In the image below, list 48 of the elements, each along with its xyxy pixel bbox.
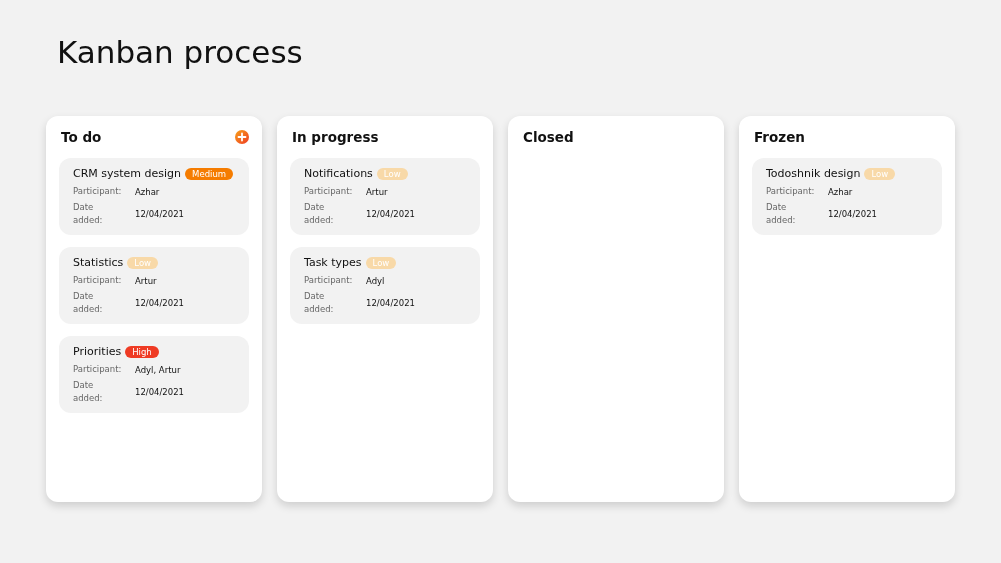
field-label: Date added: xyxy=(304,290,335,316)
priority-tag: Low xyxy=(864,167,896,180)
card-title: CRM system design xyxy=(73,167,182,180)
participant-name: Azhar xyxy=(135,186,161,197)
date-value: 12/04/2021 xyxy=(366,209,416,219)
field-label: Date added: xyxy=(304,201,335,227)
task-card[interactable]: Priorities High Participant: Adyl, Artur Date added: 12/04/2021 xyxy=(59,336,249,413)
date-value: 12/04/2021 xyxy=(135,387,185,397)
card-title: Task types xyxy=(304,256,362,269)
priority-tag: Low xyxy=(127,256,159,269)
task-card[interactable]: Task types Low Participant: Adyl Date added: 12/04/2021 xyxy=(290,247,480,324)
participant-name: Adyl, Artur xyxy=(135,364,182,375)
task-card[interactable]: CRM system design Medium Participant: Azhar Date added: 12/04/2021 xyxy=(59,158,249,235)
column-title: To do xyxy=(61,129,102,145)
task-card[interactable]: Statistics Low Participant: Artur Date added: 12/04/2021 xyxy=(59,247,249,324)
card-title: Statistics xyxy=(73,256,124,269)
field-label: Date added: xyxy=(73,290,104,316)
priority-tag: Low xyxy=(365,256,397,269)
column-title: Closed xyxy=(523,129,574,145)
participant-name: Azhar xyxy=(828,186,854,197)
field-label: Participant: xyxy=(73,363,123,376)
card-title: Notifications xyxy=(304,167,373,180)
field-label: Participant: xyxy=(73,185,123,198)
date-value: 12/04/2021 xyxy=(366,298,416,308)
column-title: Frozen xyxy=(754,129,805,145)
field-label: Date added: xyxy=(73,379,104,405)
field-label: Date added: xyxy=(766,201,797,227)
card-title: Todoshnik design xyxy=(766,167,861,180)
field-label: Participant: xyxy=(304,185,354,198)
field-label: Participant: xyxy=(766,185,816,198)
task-card[interactable]: Notifications Low Participant: Artur Date added: 12/04/2021 xyxy=(290,158,480,235)
field-label: Date added: xyxy=(73,201,104,227)
participant-name: Adyl xyxy=(366,275,386,286)
priority-tag: Medium xyxy=(185,167,234,180)
date-value: 12/04/2021 xyxy=(135,298,185,308)
page-title: Kanban process xyxy=(57,33,304,72)
priority-tag: Low xyxy=(376,167,408,180)
date-value: 12/04/2021 xyxy=(828,209,878,219)
column-title: In progress xyxy=(292,129,379,145)
priority-tag: High xyxy=(125,345,159,358)
field-label: Participant: xyxy=(73,274,123,287)
task-card[interactable]: Todoshnik design Low Participant: Azhar Date added: 12/04/2021 xyxy=(752,158,942,235)
participant-name: Artur xyxy=(366,186,389,197)
card-title: Priorities xyxy=(73,345,122,358)
field-label: Participant: xyxy=(304,274,354,287)
date-value: 12/04/2021 xyxy=(135,209,185,219)
participant-name: Artur xyxy=(135,275,158,286)
add-icon[interactable] xyxy=(235,130,249,144)
